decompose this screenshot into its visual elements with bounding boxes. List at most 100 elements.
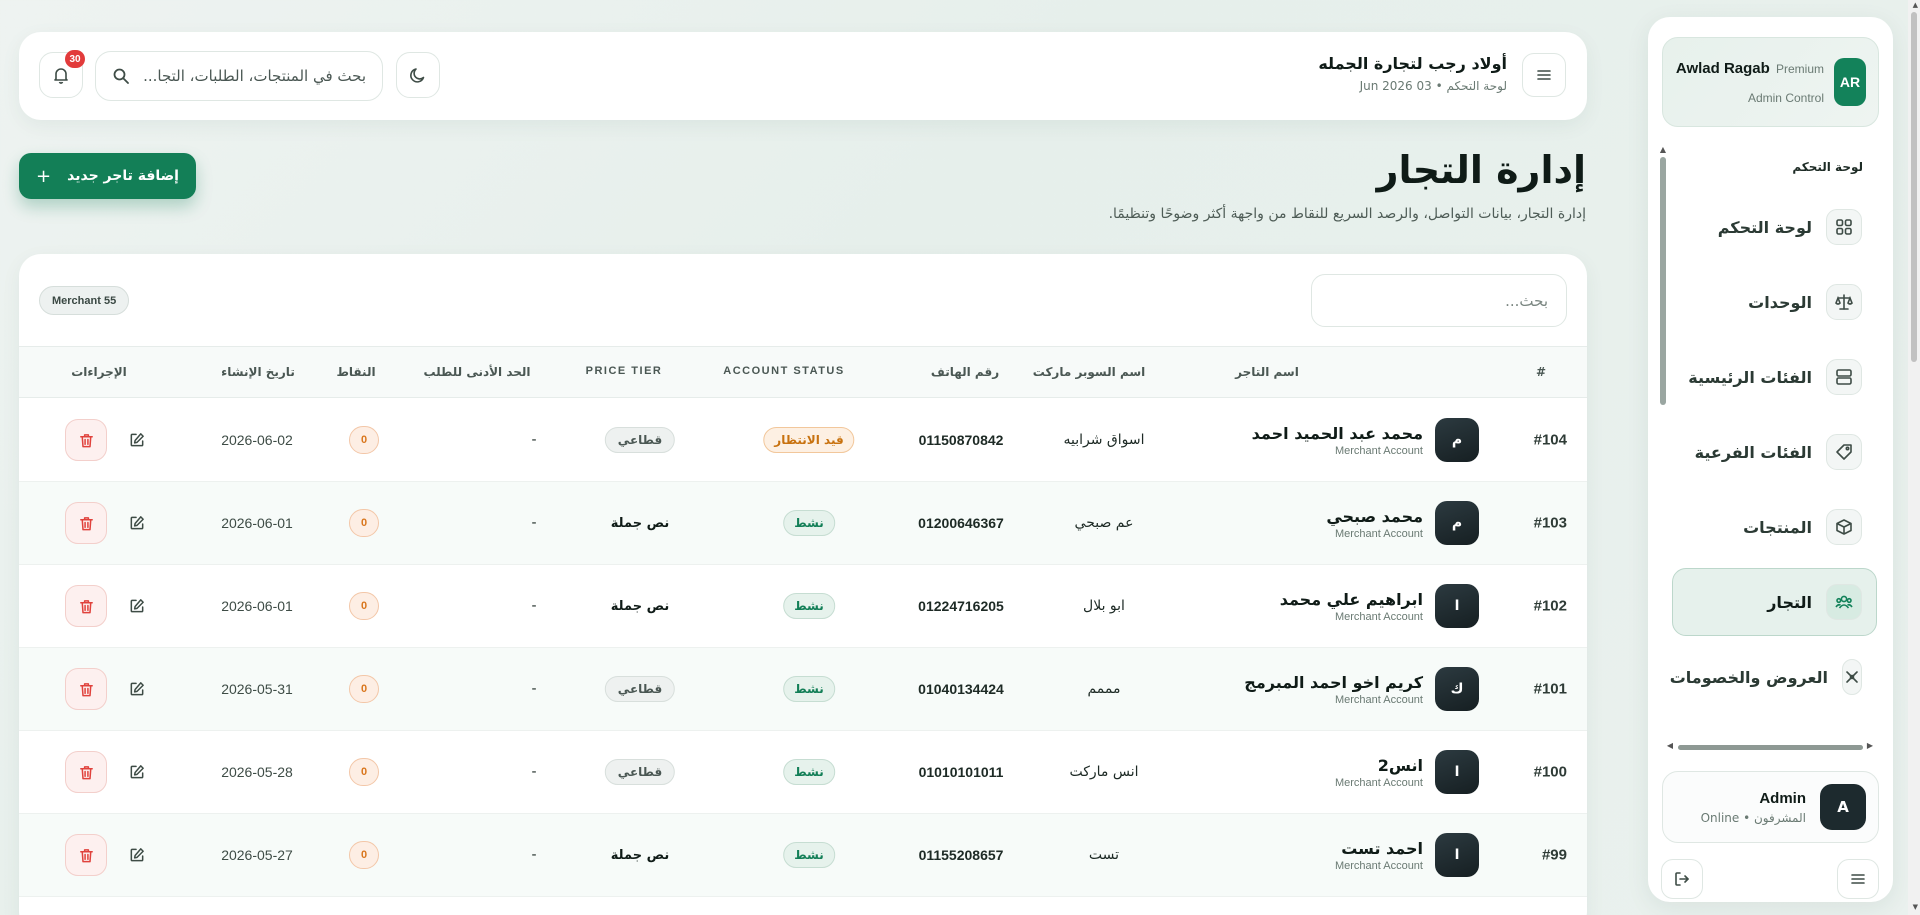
merchant-cell[interactable]: انس2 Merchant Account ا (1335, 750, 1479, 794)
moon-icon (409, 66, 427, 84)
sidebar-item-offers[interactable]: العروض والخصومات (1669, 643, 1877, 711)
delete-button[interactable] (65, 502, 107, 544)
table-search[interactable] (1311, 274, 1567, 327)
merchant-account-label: Merchant Account (1334, 776, 1423, 789)
merchant-text: ابراهيم علي محمد Merchant Account (1280, 590, 1423, 623)
created-date: 2026-05-28 (221, 764, 293, 780)
edit-button[interactable] (129, 764, 146, 781)
collapse-menu-button[interactable] (1837, 859, 1879, 899)
brand-title: أولاد رجب لتجارة الجمله (1318, 54, 1507, 73)
price-tier-text: نص جملة (610, 848, 670, 863)
merchant-name: محمد عبد الحميد احمد (1251, 423, 1423, 443)
table-row[interactable]: #102 ابراهيم علي محمد Merchant Account ا ابو… (19, 565, 1587, 648)
points-badge: 0 (349, 675, 379, 703)
nav-scrollbar-vertical[interactable] (1660, 157, 1666, 405)
logout-button[interactable] (1661, 859, 1703, 899)
merchant-text: احمد تست Merchant Account (1335, 839, 1423, 872)
nav-scroll-right-icon[interactable]: ▶ (1867, 741, 1873, 750)
profile-text: Awlad Ragab Premium Admin Control (1675, 60, 1824, 105)
market-name: مممم (1087, 681, 1121, 697)
points-badge: 0 (349, 758, 379, 786)
nav-scroll-left-icon[interactable]: ◀ (1667, 741, 1673, 750)
global-search-input[interactable] (140, 67, 366, 85)
merchant-avatar: ا (1435, 833, 1479, 877)
table-search-input[interactable] (1330, 291, 1548, 310)
sidebar-item-sub-categories[interactable]: الفئات الفرعية (1672, 418, 1877, 486)
scroll-down-arrow-icon[interactable]: ▼ (1913, 903, 1918, 911)
table-row[interactable]: #99 احمد تست Merchant Account ا تست 011552086… (19, 814, 1587, 897)
edit-button[interactable] (129, 681, 146, 698)
account-status-badge: نشط (783, 510, 835, 536)
account-status-badge: نشط (783, 842, 835, 868)
price-tier-text: نص جملة (610, 516, 670, 531)
global-search[interactable] (95, 51, 383, 101)
sidebar-item-main-categories[interactable]: الفئات الرئيسية (1672, 343, 1877, 411)
phone-number: 01200646367 (918, 515, 1004, 531)
market-name: عم صبحي (1074, 515, 1134, 531)
price-tier-cell: نص جملة (611, 847, 669, 863)
scale-icon (1826, 284, 1862, 320)
user-text: Admin Online • المشرفون (1675, 790, 1806, 825)
menu-icon (1535, 66, 1553, 84)
edit-icon (129, 764, 146, 781)
nav-list: لوحة التحكم الوحدات الفئات الرئيسية الفئ… (1669, 193, 1877, 718)
sidebar-item-label: لوحة التحكم (1717, 217, 1812, 237)
profile-card[interactable]: AR Awlad Ragab Premium Admin Control (1662, 37, 1879, 127)
edit-button[interactable] (129, 847, 146, 864)
nav-scrollbar-horizontal[interactable] (1678, 745, 1863, 750)
header-actions: الإجراءات (71, 365, 127, 379)
nav-scroll-up-icon[interactable]: ▲ (1660, 145, 1666, 154)
sidebar-item-products[interactable]: المنتجات (1672, 493, 1877, 561)
delete-button[interactable] (65, 419, 107, 461)
created-date: 2026-06-01 (221, 598, 293, 614)
sidebar-item-units[interactable]: الوحدات (1672, 268, 1877, 336)
menu-toggle-button[interactable] (1522, 53, 1566, 97)
theme-toggle-button[interactable] (396, 52, 440, 98)
table-row[interactable]: #100 انس2 Merchant Account ا انس ماركت 010101… (19, 731, 1587, 814)
box-icon (1826, 509, 1862, 545)
delete-button[interactable] (65, 668, 107, 710)
add-merchant-label: إضافة تاجر جديد (67, 168, 179, 184)
merchant-id: #100 (1533, 763, 1567, 781)
sidebar: AR Awlad Ragab Premium Admin Control ▲ ل… (1648, 17, 1893, 902)
sidebar-item-dashboard[interactable]: لوحة التحكم (1672, 193, 1877, 261)
delete-button[interactable] (65, 585, 107, 627)
window-scrollbar-thumb[interactable] (1911, 12, 1917, 362)
edit-button[interactable] (129, 432, 146, 449)
header-market-name: اسم السوبر ماركت (1032, 365, 1146, 379)
merchant-avatar: ك (1435, 667, 1479, 711)
merchant-cell[interactable]: محمد عبد الحميد احمد Merchant Account م (1252, 418, 1479, 462)
price-tier-badge: قطاعي (604, 676, 676, 702)
user-status: Online • المشرفون (1700, 810, 1806, 825)
merchant-cell[interactable]: محمد صبحي Merchant Account م (1326, 501, 1479, 545)
merchant-cell[interactable]: كريم اخو احمد المبرمج Merchant Account ك (1244, 667, 1479, 711)
delete-button[interactable] (65, 834, 107, 876)
sidebar-item-merchants[interactable]: التجار (1672, 568, 1877, 636)
user-name: Admin (1759, 789, 1806, 807)
market-name: اسواق شرابيه (1063, 432, 1145, 448)
profile-role: Admin Control (1747, 90, 1824, 105)
edit-button[interactable] (129, 598, 146, 615)
phone-number: 01040134424 (918, 681, 1004, 697)
header-points: النقاط (336, 365, 376, 379)
bell-icon (52, 66, 70, 84)
account-status-badge: نشط (783, 676, 835, 702)
delete-button[interactable] (65, 751, 107, 793)
table-row[interactable]: #101 كريم اخو احمد المبرمج Merchant Accoun… (19, 648, 1587, 731)
add-merchant-button[interactable]: إضافة تاجر جديد + (19, 153, 196, 199)
scroll-up-arrow-icon[interactable]: ▲ (1913, 1, 1918, 9)
user-card[interactable]: A Admin Online • المشرفون (1662, 771, 1879, 843)
merchant-cell[interactable]: ابراهيم علي محمد Merchant Account ا (1280, 584, 1479, 628)
min-order-value: - (531, 681, 537, 697)
sidebar-item-label: العروض والخصومات (1669, 667, 1828, 687)
merchant-id: #99 (1541, 846, 1567, 864)
edit-button[interactable] (129, 515, 146, 532)
table-row[interactable]: #103 محمد صبحي Merchant Account م عم صبحي 012… (19, 482, 1587, 565)
layers-icon (1826, 359, 1862, 395)
header-min-order: الحد الأدنى للطلب (423, 365, 531, 379)
merchant-cell[interactable]: احمد تست Merchant Account ا (1335, 833, 1479, 877)
sidebar-item-label: المنتجات (1743, 517, 1812, 537)
points-badge: 0 (349, 426, 379, 454)
edit-icon (129, 847, 146, 864)
table-row[interactable]: #104 محمد عبد الحميد احمد Merchant Account… (19, 399, 1587, 482)
